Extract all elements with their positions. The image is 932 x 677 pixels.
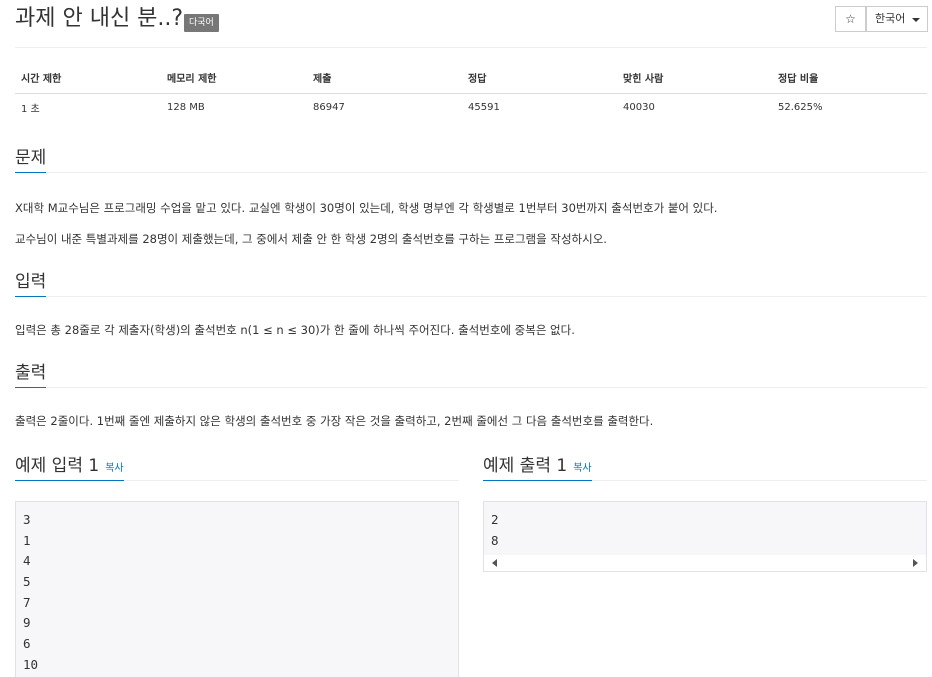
star-icon: ☆ [845,12,856,26]
horizontal-scrollbar[interactable] [484,555,926,571]
sample-input-line: 6 [23,636,31,652]
col-ratio: 정답 비율 [772,62,927,94]
col-submissions: 제출 [307,62,462,94]
page-title: 과제 안 내신 분..? [15,6,184,31]
problem-info-table: 시간 제한 메모리 제한 제출 정답 맞힌 사람 정답 비율 1 초 128 M… [15,62,927,121]
sample-input-line: 1 [23,532,31,548]
time-limit-value: 1 초 [21,103,40,115]
submissions-value: 86947 [313,101,345,113]
sample-output-line: 2 [491,512,499,527]
language-dropdown[interactable]: 한국어 [866,6,928,32]
ratio-value: 52.625% [778,101,823,113]
sample-output-title: 예제 출력 1 [483,456,568,476]
sample-output-line: 8 [491,532,499,548]
col-accepted: 정답 [462,62,617,94]
input-heading: 입력 [15,269,47,297]
problem-header: 과제 안 내신 분..? 다국어 ☆ 한국어 [15,0,928,48]
sample-input-line: 4 [23,553,31,569]
sample-input-header: 예제 입력 1 복사 [15,453,459,481]
table-row: 1 초 128 MB 86947 45591 40030 52.625% [15,93,927,121]
sample-input-line: 7 [23,594,31,610]
multilingual-badge: 다국어 [184,14,219,32]
col-solvers: 맞힌 사람 [617,62,772,94]
caret-down-icon [912,18,920,22]
problem-heading: 문제 [15,145,47,173]
problem-text-2: 교수님이 내준 특별과제를 28명이 제출했는데, 그 중에서 제출 안 한 학… [15,232,607,246]
memory-limit-value: 128 MB [167,101,205,113]
sample-input-heading: 예제 입력 1 복사 [15,453,124,481]
copy-sample-input-button[interactable]: 복사 [105,463,123,474]
language-label: 한국어 [875,12,906,25]
sample-output-box[interactable]: 2 8 [483,501,927,572]
table-header-row: 시간 제한 메모리 제한 제출 정답 맞힌 사람 정답 비율 [15,62,927,94]
output-heading: 출력 [15,360,47,388]
copy-sample-output-button[interactable]: 복사 [573,463,591,474]
sample-input-line: 10 [23,656,39,672]
sample-input-line: 5 [23,574,31,590]
solvers-value: 40030 [623,101,655,113]
input-text: 입력은 총 28줄로 각 제출자(학생)의 출석번호 n(1 ≤ n ≤ 30)… [15,323,575,337]
sample-input-line: 3 [23,512,31,527]
sample-input-line: 9 [23,615,31,631]
col-time-limit: 시간 제한 [15,62,161,94]
col-memory-limit: 메모리 제한 [161,62,307,94]
star-button[interactable]: ☆ [835,6,866,32]
input-section-header: 입력 [15,269,927,297]
scroll-left-icon[interactable] [492,559,497,567]
sample-input-box[interactable]: 3 1 4 5 7 9 6 10 [15,501,459,677]
sample-output-heading: 예제 출력 1 복사 [483,453,592,481]
problem-section-header: 문제 [15,145,927,173]
problem-text-1: X대학 M교수님은 프로그래밍 수업을 맡고 있다. 교실엔 학생이 30명이 … [15,201,718,215]
sample-input-title: 예제 입력 1 [15,456,100,476]
sample-output-header: 예제 출력 1 복사 [483,453,927,481]
output-section-header: 출력 [15,360,927,388]
output-text: 출력은 2줄이다. 1번째 줄엔 제출하지 않은 학생의 출석번호 중 가장 작… [15,414,654,428]
accepted-value: 45591 [468,101,500,113]
scroll-right-icon[interactable] [913,559,918,567]
